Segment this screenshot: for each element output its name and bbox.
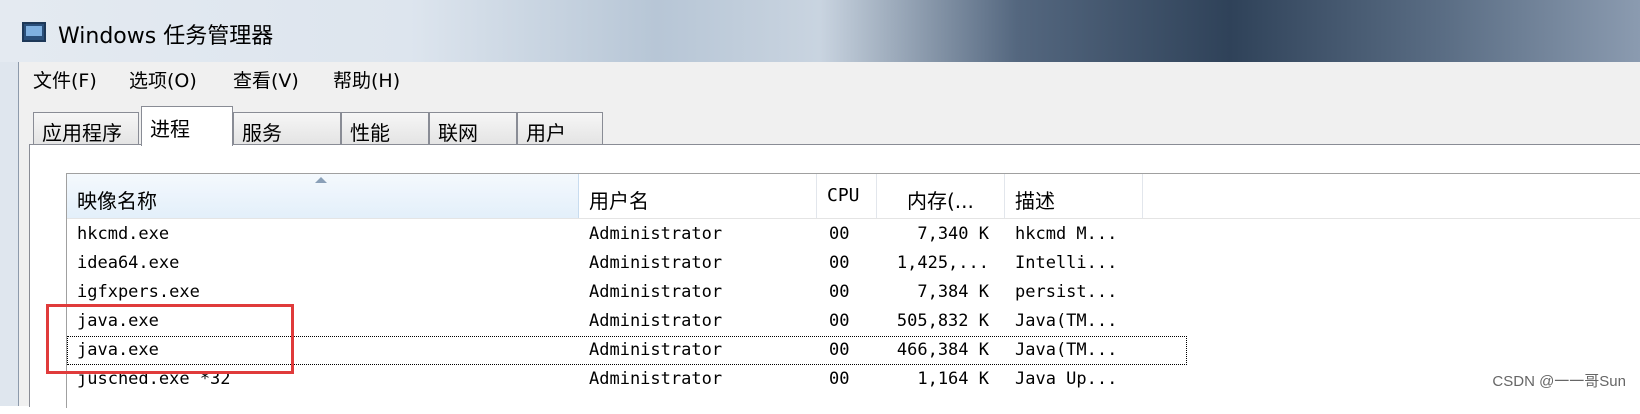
tab-users[interactable]: 用户: [517, 112, 603, 145]
tab-label: 应用程序: [42, 121, 122, 145]
column-label: 用户名: [589, 189, 649, 213]
red-annotation-box: [46, 304, 294, 374]
column-memory[interactable]: 内存(...: [877, 174, 1005, 218]
column-description[interactable]: 描述: [1005, 174, 1143, 218]
cell-memory: 1,425,...: [896, 253, 989, 273]
cell-cpu: 00: [829, 282, 850, 302]
window-title: Windows 任务管理器: [58, 24, 274, 49]
cell-cpu: 00: [829, 340, 850, 360]
menu-options[interactable]: 选项(O): [125, 66, 201, 93]
tab-label: 进程: [150, 117, 190, 141]
cell-description: persist...: [1015, 282, 1118, 302]
column-label: CPU: [827, 185, 860, 206]
list-header: 映像名称 用户名 CPU 内存(... 描述: [67, 174, 1640, 219]
column-label: 内存(...: [907, 189, 974, 213]
cell-memory: 1,164 K: [917, 369, 989, 389]
tab-label: 性能: [350, 121, 390, 145]
cell-memory: 505,832 K: [896, 311, 989, 331]
table-row[interactable]: idea64.exe Administrator 00 1,425,... Intell…: [67, 249, 1187, 278]
cell-description: Java(TM...: [1015, 311, 1118, 331]
menu-view[interactable]: 查看(V): [229, 66, 303, 93]
cell-user-name: Administrator: [589, 340, 723, 360]
cell-description: Java(TM...: [1015, 340, 1118, 360]
column-label: 映像名称: [77, 189, 157, 213]
tab-label: 服务: [242, 121, 282, 145]
tab-networking[interactable]: 联网: [429, 112, 517, 145]
process-list[interactable]: 映像名称 用户名 CPU 内存(... 描述 hkcmd.exe Administ…: [66, 173, 1640, 408]
column-user-name[interactable]: 用户名: [579, 174, 817, 218]
cell-cpu: 00: [829, 311, 850, 331]
cell-memory: 7,384 K: [917, 282, 989, 302]
title-bar[interactable]: Windows 任务管理器: [0, 0, 1640, 62]
cell-memory: 466,384 K: [896, 340, 989, 360]
cell-image-name: igfxpers.exe: [77, 282, 200, 302]
table-row[interactable]: hkcmd.exe Administrator 00 7,340 K hkcmd M..…: [67, 220, 1187, 249]
menu-help[interactable]: 帮助(H): [329, 66, 404, 93]
cell-user-name: Administrator: [589, 253, 723, 273]
cell-cpu: 00: [829, 369, 850, 389]
tab-performance[interactable]: 性能: [341, 112, 429, 145]
tab-label: 联网: [438, 121, 478, 145]
cell-image-name: idea64.exe: [77, 253, 180, 273]
tab-processes[interactable]: 进程: [141, 106, 233, 146]
tab-applications[interactable]: 应用程序: [33, 112, 139, 145]
watermark: CSDN @一一哥Sun: [1492, 373, 1626, 390]
column-image-name[interactable]: 映像名称: [67, 174, 579, 218]
cell-description: Java Up...: [1015, 369, 1118, 389]
table-row[interactable]: igfxpers.exe Administrator 00 7,384 K persis…: [67, 278, 1187, 307]
cell-cpu: 00: [829, 253, 850, 273]
cell-user-name: Administrator: [589, 224, 723, 244]
column-label: 描述: [1015, 189, 1055, 213]
menu-bar: 文件(F) 选项(O) 查看(V) 帮助(H): [19, 62, 1640, 96]
cell-description: hkcmd M...: [1015, 224, 1118, 244]
cell-description: Intelli...: [1015, 253, 1118, 273]
cell-user-name: Administrator: [589, 369, 723, 389]
sort-ascending-icon: [315, 177, 327, 183]
column-cpu[interactable]: CPU: [817, 174, 877, 218]
cell-image-name: hkcmd.exe: [77, 224, 170, 244]
task-manager-icon: [22, 22, 46, 42]
cell-user-name: Administrator: [589, 311, 723, 331]
cell-user-name: Administrator: [589, 282, 723, 302]
cell-cpu: 00: [829, 224, 850, 244]
menu-file[interactable]: 文件(F): [29, 66, 101, 93]
cell-memory: 7,340 K: [917, 224, 989, 244]
tab-label: 用户: [526, 121, 566, 145]
tab-services[interactable]: 服务: [233, 112, 341, 145]
